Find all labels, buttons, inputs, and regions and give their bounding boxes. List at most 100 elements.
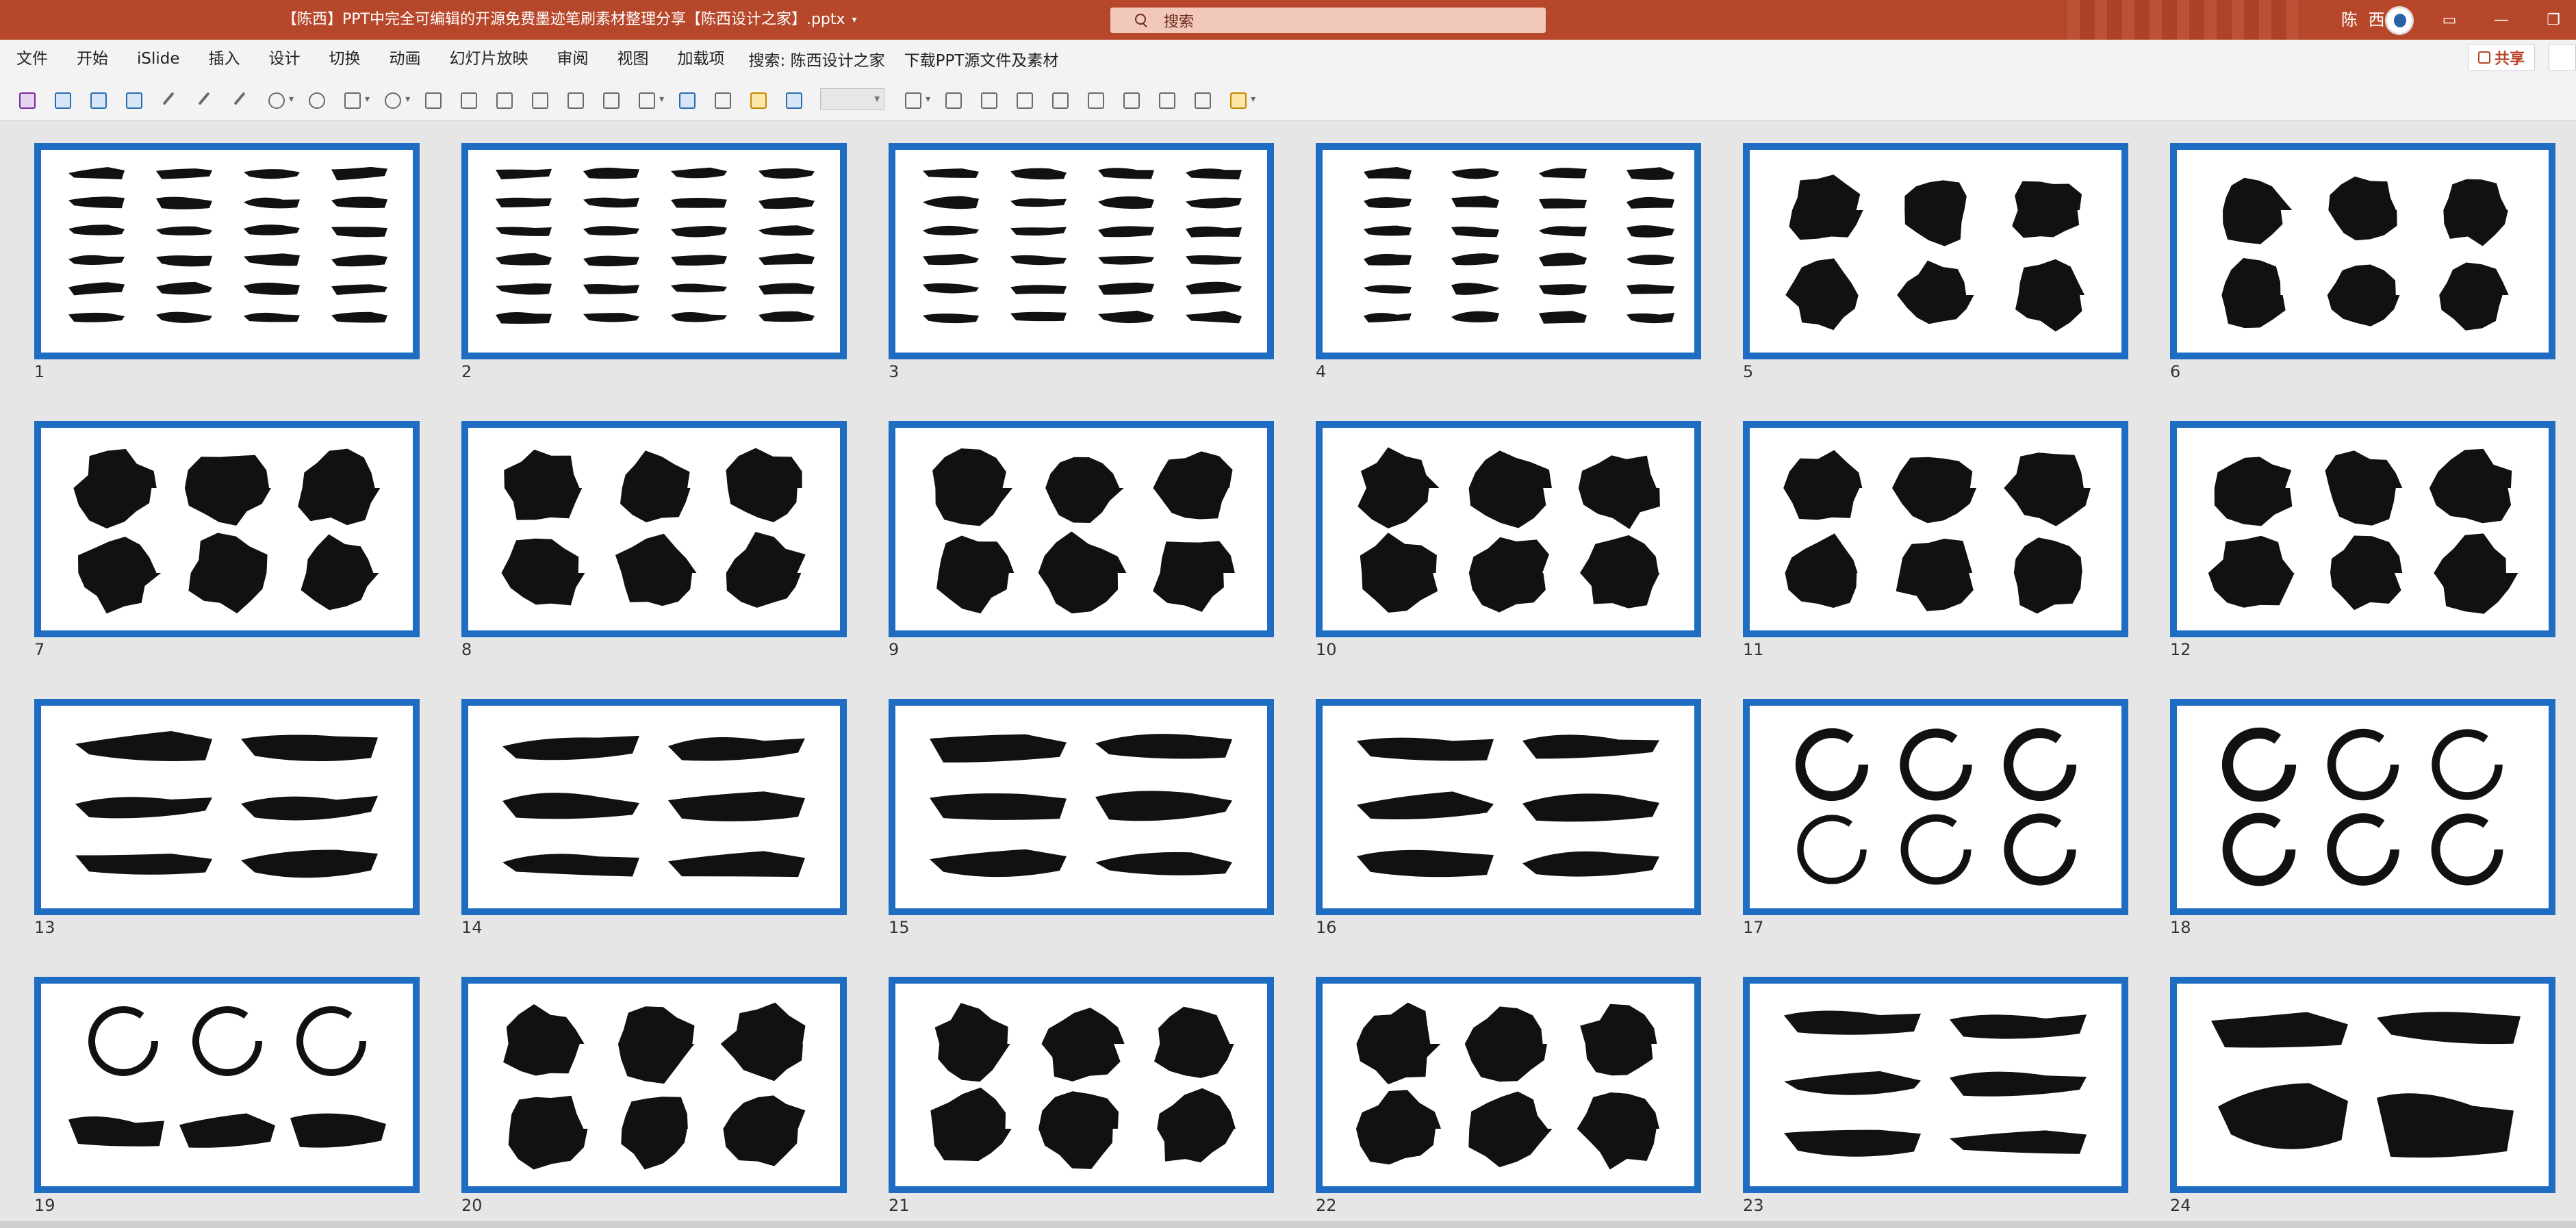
slide-thumbnail[interactable]	[2170, 699, 2555, 915]
slide-thumbnail[interactable]	[1316, 143, 1701, 359]
menu-download-text[interactable]: 下载PPT源文件及素材	[895, 47, 1069, 71]
present-from-start-icon[interactable]	[123, 90, 142, 109]
align-left-icon[interactable]	[565, 90, 585, 109]
slide-thumbnail[interactable]	[889, 421, 1274, 637]
share-label: 共享	[2494, 51, 2525, 68]
minimize-icon[interactable]: —	[2481, 0, 2522, 40]
slide-thumbnail[interactable]	[34, 143, 420, 359]
menu-insert[interactable]: 插入	[194, 40, 255, 78]
eyedropper-icon[interactable]	[194, 90, 214, 109]
layer-icon[interactable]	[529, 90, 549, 109]
slide-thumbnail[interactable]	[2170, 977, 2555, 1193]
slide-sorter: 1 2 3 4 5 6 7 8 9 10 11 12 13 14 15 16 17 18 19 20 21 22 23 24	[0, 120, 2576, 1221]
search-placeholder: 搜索	[1164, 13, 1195, 31]
copy-format-icon[interactable]	[458, 90, 478, 109]
slide-thumbnail[interactable]	[1743, 699, 2128, 915]
undo-icon[interactable]	[266, 90, 285, 109]
slide-thumbnail[interactable]	[1316, 421, 1701, 637]
slide-thumbnail[interactable]	[461, 977, 847, 1193]
slide-thumbnail[interactable]	[34, 699, 420, 915]
shape-outline-icon[interactable]	[382, 90, 402, 109]
slide-artwork	[923, 168, 1242, 324]
link-icon[interactable]	[902, 90, 922, 109]
slide-thumbnail[interactable]	[1743, 421, 2128, 637]
menu-addins[interactable]: 加载项	[663, 40, 739, 78]
chevron-down-icon[interactable]: ▾	[405, 94, 410, 105]
transform-icon[interactable]	[636, 90, 656, 109]
slide-number: 12	[2170, 640, 2191, 659]
slide-thumbnail[interactable]	[889, 699, 1274, 915]
chevron-down-icon[interactable]: ▾	[852, 14, 857, 25]
avatar[interactable]	[2385, 6, 2414, 35]
slide-artwork	[68, 166, 387, 323]
menu-islide[interactable]: iSlide	[123, 40, 194, 78]
menu-file[interactable]: 文件	[0, 40, 62, 78]
menu-review[interactable]: 审阅	[543, 40, 603, 78]
slide-number: 13	[34, 918, 55, 937]
resize-icon[interactable]	[748, 90, 767, 109]
format-painter-icon[interactable]	[1227, 90, 1247, 109]
slide-number: 4	[1316, 362, 1327, 381]
menu-transitions[interactable]: 切换	[315, 40, 375, 78]
menu-home[interactable]: 开始	[62, 40, 123, 78]
chevron-down-icon[interactable]: ▾	[659, 94, 664, 105]
slide-thumbnail[interactable]	[1743, 143, 2128, 359]
ribbon-toggle-button[interactable]	[2549, 44, 2576, 71]
align-top-icon[interactable]	[1121, 90, 1140, 109]
chevron-down-icon[interactable]: ▾	[1251, 94, 1255, 105]
crop-icon[interactable]	[600, 90, 620, 109]
search-box[interactable]: 搜索	[1110, 8, 1546, 33]
menu-slideshow[interactable]: 幻灯片放映	[435, 40, 543, 78]
slide-thumbnail[interactable]	[461, 421, 847, 637]
align-bottom-icon[interactable]	[1156, 90, 1176, 109]
chevron-down-icon[interactable]: ▾	[289, 94, 294, 105]
document-title-text: 【陈西】PPT中完全可编辑的开源免费墨迹笔刷素材整理分享【陈西设计之家】.ppt…	[282, 11, 845, 28]
slide-thumbnail[interactable]	[34, 421, 420, 637]
shape-fill-icon[interactable]	[342, 90, 361, 109]
slide-thumbnail[interactable]	[1743, 977, 2128, 1193]
share-button[interactable]: 共享	[2468, 44, 2535, 71]
save-icon[interactable]	[16, 90, 36, 109]
slide-thumbnail[interactable]	[461, 143, 847, 359]
slide-thumbnail[interactable]	[34, 977, 420, 1193]
slide-thumbnail[interactable]	[461, 699, 847, 915]
slide-thumbnail[interactable]	[1316, 699, 1701, 915]
document-title[interactable]: 【陈西】PPT中完全可编辑的开源免费墨迹笔刷素材整理分享【陈西设计之家】.ppt…	[282, 0, 857, 40]
slide-number: 11	[1743, 640, 1764, 659]
slide-artwork	[1785, 175, 2085, 332]
duplicate-icon[interactable]	[494, 90, 513, 109]
slide-thumbnail[interactable]	[889, 977, 1274, 1193]
chevron-down-icon[interactable]: ▾	[926, 94, 930, 105]
slide-thumbnail[interactable]	[2170, 143, 2555, 359]
menu-animations[interactable]: 动画	[375, 40, 435, 78]
slide-thumbnail[interactable]	[2170, 421, 2555, 637]
group-icon[interactable]	[422, 90, 442, 109]
quick-access	[0, 0, 51, 40]
distribute-v-icon[interactable]	[978, 90, 998, 109]
image-icon[interactable]	[676, 90, 696, 109]
slide-artwork	[1364, 166, 1674, 324]
user-name[interactable]: 陈 西	[2341, 0, 2388, 40]
chevron-down-icon[interactable]: ▾	[365, 94, 370, 105]
ribbon-display-icon[interactable]: ▭	[2429, 0, 2470, 40]
arrange-icon[interactable]	[712, 90, 732, 109]
spacing-icon[interactable]	[1192, 90, 1212, 109]
align-center-icon[interactable]	[1014, 90, 1034, 109]
font-size-dropdown[interactable]	[820, 88, 885, 110]
save-as-icon[interactable]	[52, 90, 71, 109]
present-icon[interactable]	[88, 90, 107, 109]
select-icon[interactable]	[783, 90, 803, 109]
distribute-h-icon[interactable]	[943, 90, 962, 109]
menu-design[interactable]: 设计	[255, 40, 315, 78]
rotate-icon[interactable]	[1085, 90, 1105, 109]
highlighter-icon[interactable]	[230, 90, 249, 109]
restore-icon[interactable]: ❐	[2533, 0, 2574, 40]
align-middle-icon[interactable]	[1049, 90, 1069, 109]
menu-search-text[interactable]: 搜索: 陈西设计之家	[739, 47, 895, 71]
slide-thumbnail[interactable]	[889, 143, 1274, 359]
menu-view[interactable]: 视图	[603, 40, 663, 78]
redo-icon[interactable]	[306, 90, 326, 109]
slide-thumbnail[interactable]	[1316, 977, 1701, 1193]
menu-bar: 文件 开始 iSlide 插入 设计 切换 动画 幻灯片放映 审阅 视图 加载项…	[0, 40, 2576, 78]
pen-icon[interactable]	[159, 90, 178, 109]
